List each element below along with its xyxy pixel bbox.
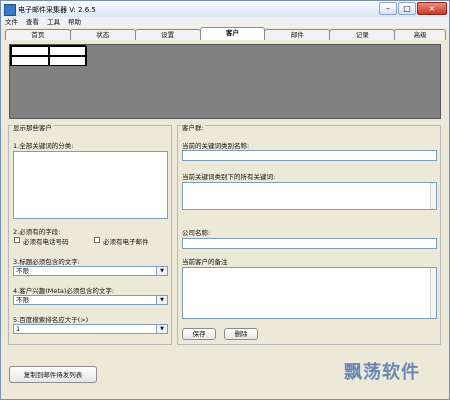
filter-label-3: 3.标题必须包含的文字: [13, 258, 80, 266]
tab-customers[interactable]: 客户 [199, 27, 266, 40]
filter-legend: 显示那些客户 [12, 122, 53, 132]
group-legend: 客户群: [181, 122, 205, 132]
rank-select[interactable]: 1 ▼ [13, 324, 168, 334]
scrollbar[interactable] [430, 183, 436, 209]
grid-cell [11, 56, 49, 66]
grid-cell [49, 56, 87, 66]
phone-checkbox[interactable] [14, 237, 20, 243]
filter-label-5: 5.百度搜索排名应大于(>) [13, 316, 89, 324]
chevron-down-icon[interactable]: ▼ [156, 267, 167, 275]
keywords-textarea[interactable] [182, 182, 437, 210]
minimize-icon[interactable]: – [379, 2, 397, 15]
watermark-logo: 飘荡软件 [344, 362, 420, 383]
filter-panel: 显示那些客户 1.全部关键词的分类: 2.必须有的字段: 必须有电话号码 必须有… [8, 122, 172, 345]
tab-logs[interactable]: 记录 [329, 29, 396, 40]
meta-filter-select[interactable]: 不限 ▼ [13, 295, 168, 305]
window-title: 电子邮件采集器 V: 2.6.5 [18, 6, 96, 14]
keywords-label: 当前关键词类别下的所有关键词: [182, 173, 276, 181]
app-icon [4, 4, 16, 16]
menu-file[interactable]: 文件 [5, 17, 18, 28]
menu-help[interactable]: 帮助 [68, 17, 81, 28]
app-window: 电子邮件采集器 V: 2.6.5 – □ × 文件 查看 工具 帮助 首页 状态… [0, 0, 450, 400]
category-list[interactable] [13, 151, 168, 219]
filter-label-2: 2.必须有的字段: [13, 228, 61, 236]
menu-tools[interactable]: 工具 [47, 17, 60, 28]
scrollbar[interactable] [430, 268, 436, 318]
grid-cell [11, 46, 49, 56]
tab-strip: 首页 状态 设置 客户 邮件 记录 高级 [5, 27, 447, 41]
tab-mail[interactable]: 邮件 [264, 29, 331, 40]
copy-to-mail-queue-button[interactable]: 复制到邮件待发列表 [9, 366, 97, 383]
company-name-label: 公司名称: [182, 229, 211, 237]
customer-notes-textarea[interactable] [182, 267, 437, 319]
customer-grid[interactable] [9, 44, 441, 119]
email-checkbox[interactable] [94, 237, 100, 243]
delete-button[interactable]: 删除 [224, 328, 258, 340]
chevron-down-icon[interactable]: ▼ [156, 325, 167, 333]
filter-label-4: 4.客户兴趣(Meta)必须包含的文字: [13, 287, 115, 295]
filter-label-1: 1.全部关键词的分类: [13, 142, 74, 150]
customer-notes-label: 当前客户的备注 [182, 258, 228, 266]
phone-check-label: 必须有电话号码 [23, 238, 69, 246]
chevron-down-icon[interactable]: ▼ [156, 296, 167, 304]
menu-view[interactable]: 查看 [26, 17, 39, 28]
title-bar[interactable]: 电子邮件采集器 V: 2.6.5 – □ × [1, 1, 449, 18]
grid-header [10, 45, 87, 66]
tab-home[interactable]: 首页 [5, 29, 71, 40]
category-name-label: 当前的关键词类别名称: [182, 142, 250, 150]
save-button[interactable]: 保存 [182, 328, 216, 340]
window-controls: – □ × [379, 2, 447, 15]
close-icon[interactable]: × [417, 2, 447, 15]
meta-filter-value: 不限 [16, 296, 29, 304]
company-name-field[interactable] [182, 238, 437, 249]
maximize-icon[interactable]: □ [398, 2, 416, 15]
rank-value: 1 [16, 325, 21, 333]
title-filter-value: 不限 [16, 267, 29, 275]
category-name-field[interactable] [182, 150, 437, 161]
email-check-label: 必须有电子邮件 [103, 238, 149, 246]
title-filter-select[interactable]: 不限 ▼ [13, 266, 168, 276]
tab-advanced[interactable]: 高级 [394, 29, 447, 40]
tab-status[interactable]: 状态 [69, 29, 136, 40]
customer-group-panel: 客户群: 当前的关键词类别名称: 当前关键词类别下的所有关键词: 公司名称: 当… [177, 122, 441, 345]
tab-settings[interactable]: 设置 [134, 29, 201, 40]
grid-cell [49, 46, 87, 56]
